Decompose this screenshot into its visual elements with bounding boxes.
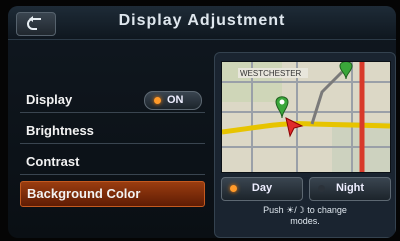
hint-line-2: modes. [290, 216, 320, 226]
hint-line-1: Push ☀/☽ to change [263, 205, 347, 215]
mode-hint: Push ☀/☽ to change modes. [215, 205, 395, 227]
menu-item-contrast[interactable]: Contrast [20, 150, 205, 175]
preview-panel: WESTCHESTER Day Night Push ☀/☽ to change… [214, 52, 396, 238]
mode-selector: Day Night [221, 177, 391, 201]
toggle-label: ON [167, 94, 184, 106]
display-toggle[interactable]: ON [144, 91, 202, 110]
page-title: Display Adjustment [118, 12, 286, 29]
on-indicator-icon [154, 97, 161, 104]
map-graphic: WESTCHESTER [222, 62, 390, 172]
night-mode-button[interactable]: Night [309, 177, 391, 201]
screen: Display Adjustment Display ON Brightness… [8, 6, 396, 238]
mode-label: Day [251, 182, 273, 194]
mode-label: Night [335, 182, 365, 194]
header-bar: Display Adjustment [8, 6, 396, 40]
menu-item-display[interactable]: Display ON [20, 88, 205, 113]
settings-menu: Display ON Brightness Contrast Backgroun… [20, 88, 205, 213]
menu-item-label: Contrast [26, 154, 80, 169]
menu-item-label: Brightness [26, 123, 94, 138]
day-mode-button[interactable]: Day [221, 177, 303, 201]
map-preview: WESTCHESTER [221, 61, 391, 173]
map-area-label: WESTCHESTER [240, 69, 302, 78]
menu-item-label: Display [26, 92, 73, 107]
menu-item-background-color[interactable]: Background Color [20, 181, 205, 207]
menu-item-label: Background Color [27, 186, 141, 201]
menu-item-brightness[interactable]: Brightness [20, 119, 205, 144]
